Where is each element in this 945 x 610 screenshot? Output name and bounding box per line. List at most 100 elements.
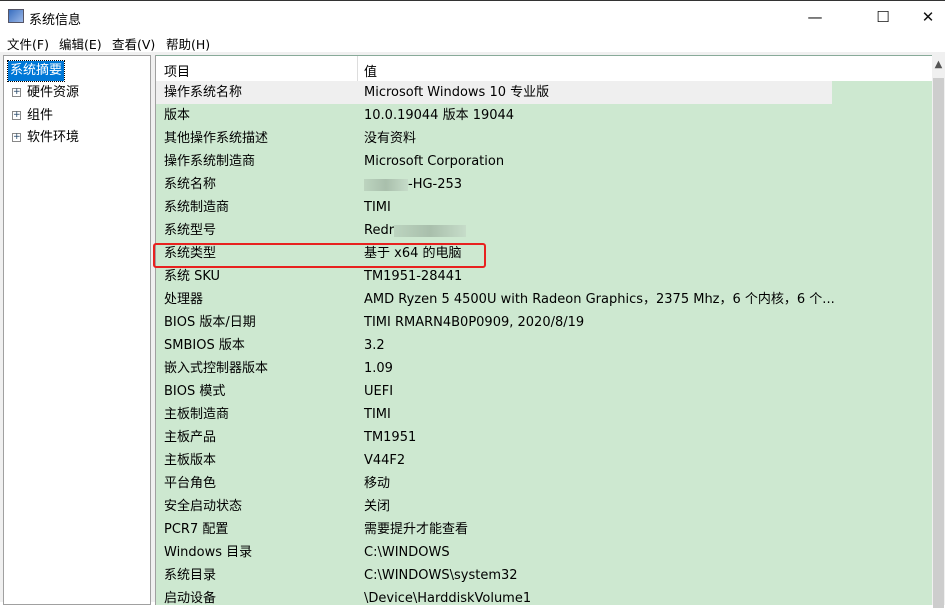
system-info-app-icon	[8, 9, 24, 23]
row-item: 操作系统名称	[164, 85, 243, 100]
row-item: 平台角色	[164, 476, 217, 491]
table-row[interactable]: 主板版本 V44F2	[156, 449, 933, 472]
row-value: TIMI	[364, 200, 391, 215]
table-row[interactable]: BIOS 版本/日期 TIMI RMARN4B0P0909, 2020/8/19	[156, 311, 933, 334]
table-row[interactable]: 系统型号 Redr	[156, 219, 933, 242]
row-item: 操作系统制造商	[164, 154, 256, 169]
column-divider[interactable]	[357, 56, 358, 82]
row-item: Windows 目录	[164, 545, 253, 560]
row-item: PCR7 配置	[164, 522, 229, 537]
row-value-text: -HG-253	[408, 177, 463, 192]
row-value: 3.2	[364, 338, 385, 353]
table-row[interactable]: BIOS 模式 UEFI	[156, 380, 933, 403]
column-header-value[interactable]: 值	[364, 61, 377, 80]
row-value: -HG-253	[364, 173, 462, 196]
row-item: 其他操作系统描述	[164, 131, 269, 146]
menu-edit[interactable]: 编辑(E)	[59, 34, 102, 53]
row-value-text: Redr	[364, 223, 395, 238]
menu-view[interactable]: 查看(V)	[112, 34, 155, 53]
list-header: 项目 值	[156, 55, 933, 82]
menu-bar: 文件(F) 编辑(E) 查看(V) 帮助(H)	[0, 32, 945, 52]
expand-icon[interactable]: +	[12, 111, 21, 120]
row-value: 10.0.19044 版本 19044	[364, 108, 515, 123]
close-button[interactable]: ✕	[905, 5, 945, 29]
scroll-up-icon[interactable]: ▲	[932, 59, 945, 70]
tree-item-hardware-resources[interactable]: + 硬件资源	[12, 83, 79, 103]
table-row[interactable]: 启动设备 \Device\HarddiskVolume1	[156, 587, 933, 610]
table-row[interactable]: 平台角色 移动	[156, 472, 933, 495]
table-row[interactable]: 处理器 AMD Ryzen 5 4500U with Radeon Graphic…	[156, 288, 933, 311]
table-row[interactable]: 嵌入式控制器版本 1.09	[156, 357, 933, 380]
tree-item-software-environment[interactable]: + 软件环境	[12, 128, 79, 148]
details-list: 项目 值 操作系统名称 Microsoft Windows 10 专业版版本 10.…	[155, 55, 945, 606]
tree-item-components[interactable]: + 组件	[12, 106, 53, 126]
row-value: C:\WINDOWS\system32	[364, 568, 518, 583]
tree-item-label: 软件环境	[27, 130, 80, 145]
row-item: 主板版本	[164, 453, 217, 468]
row-item: 系统目录	[164, 568, 217, 583]
row-value: 没有资料	[364, 131, 417, 146]
table-row[interactable]: 操作系统名称 Microsoft Windows 10 专业版	[156, 81, 832, 104]
title-bar: 系统信息 — ☐ ✕	[0, 0, 945, 32]
row-value: UEFI	[364, 384, 394, 399]
vertical-scrollbar[interactable]: ▲	[932, 55, 945, 608]
expand-icon[interactable]: +	[12, 88, 21, 97]
row-value: 移动	[364, 476, 391, 491]
scrollbar-thumb[interactable]	[933, 78, 944, 608]
tree-item-label: 硬件资源	[27, 85, 80, 100]
table-row[interactable]: PCR7 配置 需要提升才能查看	[156, 518, 933, 541]
row-value: Microsoft Corporation	[364, 154, 505, 169]
tree-item-system-summary[interactable]: 系统摘要	[6, 60, 66, 82]
row-value: TIMI RMARN4B0P0909, 2020/8/19	[364, 315, 585, 330]
row-value: TIMI	[364, 407, 391, 422]
row-item: 安全启动状态	[164, 499, 243, 514]
row-item: 系统 SKU	[164, 269, 221, 284]
table-row[interactable]: 系统 SKU TM1951-28441	[156, 265, 933, 288]
row-value: Redr	[364, 219, 467, 242]
row-value: TM1951-28441	[364, 269, 463, 284]
row-item: 主板制造商	[164, 407, 230, 422]
table-row[interactable]: 系统名称 -HG-253	[156, 173, 933, 196]
row-value: \Device\HarddiskVolume1	[364, 591, 532, 606]
row-value: 关闭	[364, 499, 391, 514]
row-item: BIOS 模式	[164, 384, 226, 399]
row-item: 主板产品	[164, 430, 217, 445]
row-value: Microsoft Windows 10 专业版	[364, 85, 550, 100]
table-row[interactable]: 操作系统制造商 Microsoft Corporation	[156, 150, 933, 173]
table-row[interactable]: SMBIOS 版本 3.2	[156, 334, 933, 357]
tree-item-label: 组件	[27, 108, 54, 123]
category-tree: 系统摘要 + 硬件资源 + 组件 + 软件环境	[3, 55, 151, 605]
row-item: 版本	[164, 108, 191, 123]
table-row[interactable]: 主板产品 TM1951	[156, 426, 933, 449]
row-item: 系统制造商	[164, 200, 230, 215]
row-value: V44F2	[364, 453, 406, 468]
main-area: 系统摘要 + 硬件资源 + 组件 + 软件环境 项目 值 操作系统名称 Microsof…	[0, 52, 945, 608]
row-item: 处理器	[164, 292, 204, 307]
row-value: 需要提升才能查看	[364, 522, 469, 537]
table-row[interactable]: 主板制造商 TIMI	[156, 403, 933, 426]
row-value: TM1951	[364, 430, 417, 445]
expand-icon[interactable]: +	[12, 133, 21, 142]
table-row[interactable]: 系统制造商 TIMI	[156, 196, 933, 219]
minimize-button[interactable]: —	[792, 5, 838, 29]
table-row[interactable]: Windows 目录 C:\WINDOWS	[156, 541, 933, 564]
table-row[interactable]: 版本 10.0.19044 版本 19044	[156, 104, 933, 127]
menu-file[interactable]: 文件(F)	[7, 34, 49, 53]
row-item: 启动设备	[164, 591, 217, 606]
row-item: 嵌入式控制器版本	[164, 361, 269, 376]
window-title: 系统信息	[29, 13, 82, 28]
column-header-item[interactable]: 项目	[164, 61, 190, 80]
row-item: SMBIOS 版本	[164, 338, 245, 353]
maximize-button[interactable]: ☐	[860, 5, 906, 29]
row-item: 系统名称	[164, 177, 217, 192]
highlight-box	[153, 243, 486, 268]
row-value: 1.09	[364, 361, 393, 376]
table-row[interactable]: 安全启动状态 关闭	[156, 495, 933, 518]
menu-help[interactable]: 帮助(H)	[166, 34, 210, 53]
table-row[interactable]: 系统目录 C:\WINDOWS\system32	[156, 564, 933, 587]
row-value: C:\WINDOWS	[364, 545, 450, 560]
row-item: 系统型号	[164, 223, 217, 238]
row-value: AMD Ryzen 5 4500U with Radeon Graphics，2…	[364, 292, 835, 307]
table-row[interactable]: 其他操作系统描述 没有资料	[156, 127, 933, 150]
row-item: BIOS 版本/日期	[164, 315, 256, 330]
